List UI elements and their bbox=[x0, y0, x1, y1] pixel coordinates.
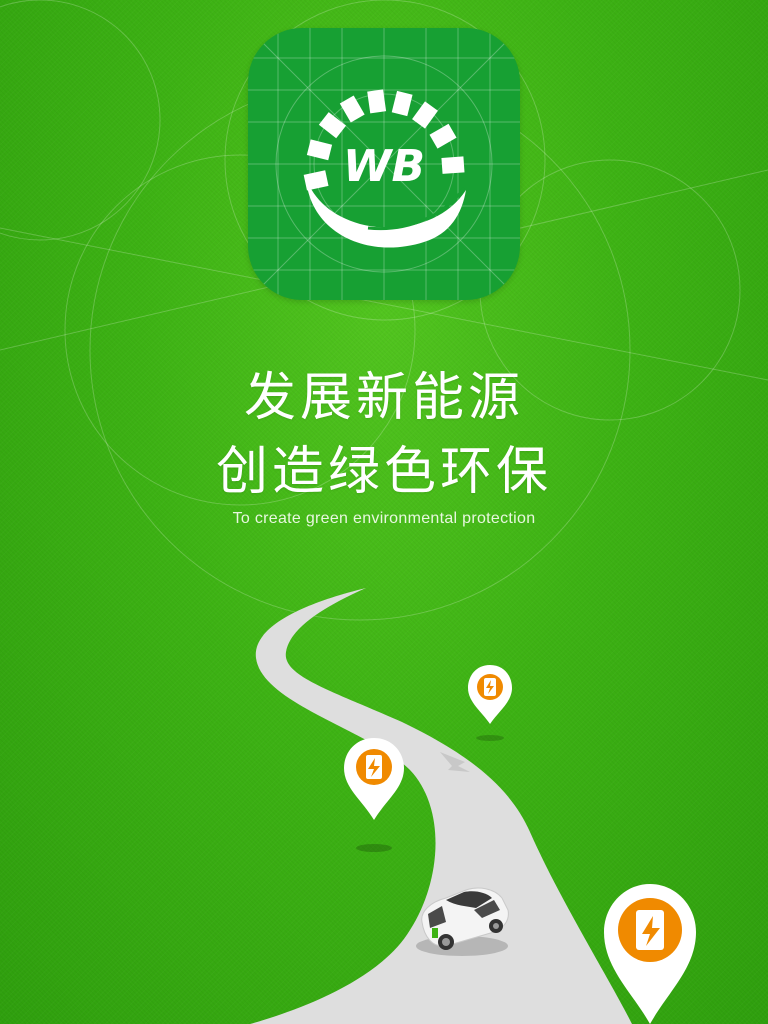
wb-logo-icon: WB bbox=[248, 28, 520, 300]
app-icon[interactable]: WB bbox=[248, 28, 520, 300]
headline-line1: 发展新能源 bbox=[243, 368, 524, 428]
headline-subtitle: To create green environmental protection bbox=[232, 510, 536, 527]
charging-station-pin-icon[interactable] bbox=[468, 665, 512, 724]
headline-line2: 创造绿色环保 bbox=[215, 442, 552, 502]
logo-text: WB bbox=[343, 141, 425, 192]
road-illustration bbox=[250, 588, 696, 1024]
charging-station-pin-icon[interactable] bbox=[344, 738, 404, 820]
road-icon bbox=[250, 588, 632, 1024]
